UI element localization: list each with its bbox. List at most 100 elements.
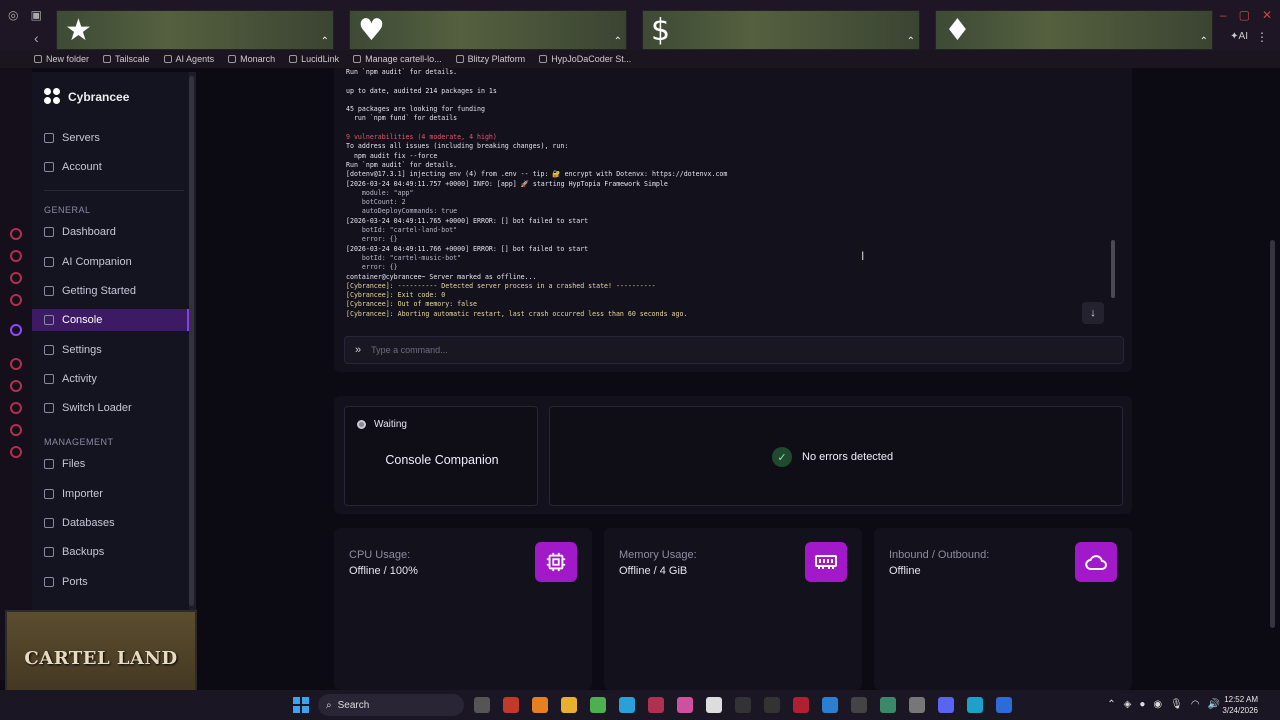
bookmark[interactable]: Monarch	[228, 54, 275, 64]
status-dot-icon	[357, 420, 366, 429]
sidebar-item-console[interactable]: Console	[32, 309, 190, 331]
sidebar-item-databases[interactable]: Databases	[32, 512, 190, 534]
bookmark[interactable]: New folder	[34, 54, 89, 64]
dashboard-icon	[44, 227, 54, 237]
bookmark[interactable]: Manage cartell-lo...	[353, 54, 442, 64]
app-icon[interactable]	[503, 697, 519, 713]
bookmark[interactable]: HypJoDaCoder St...	[539, 54, 631, 64]
page-scrollbar[interactable]	[1270, 240, 1275, 628]
sidebar-item-ports[interactable]: Ports	[32, 571, 190, 593]
sidebar-item-dashboard[interactable]: Dashboard	[32, 221, 190, 243]
sidebar-item-getting-started[interactable]: Getting Started	[32, 280, 190, 302]
app-icon[interactable]	[996, 697, 1012, 713]
sidebar-item-switch-loader[interactable]: Switch Loader	[32, 397, 190, 419]
app-icon[interactable]	[793, 697, 809, 713]
sidebar-app-icon[interactable]	[10, 272, 22, 284]
sidebar-item-settings[interactable]: Settings	[32, 339, 190, 361]
console-line: error: {}	[346, 263, 398, 272]
sidebar-item-account[interactable]: Account	[32, 156, 190, 178]
sidebar-app-icon[interactable]	[10, 250, 22, 262]
chevron-up-icon[interactable]: ⌃	[1107, 699, 1115, 710]
console-line: run `npm fund` for details	[346, 114, 458, 123]
back-icon[interactable]: ‹	[34, 30, 39, 46]
workspaces-icon[interactable]: ▣	[30, 8, 41, 22]
app-icon[interactable]	[764, 697, 780, 713]
sidebar-item-label: Files	[62, 458, 86, 470]
brand-logo-icon	[44, 88, 62, 106]
app-icon[interactable]	[909, 697, 925, 713]
error-summary-card: ✓ No errors detected	[549, 406, 1123, 506]
app-icon[interactable]	[851, 697, 867, 713]
console-line: [2026-03-24 04:49:11.766 +0000] ERROR: […	[346, 244, 589, 253]
wifi-icon[interactable]: ◠	[1191, 699, 1200, 710]
console-companion-card[interactable]: Waiting Console Companion	[344, 406, 538, 506]
cpu-usage-card: CPU Usage: Offline / 100%	[334, 528, 592, 690]
taskbar-search[interactable]: ⌕ Search	[318, 694, 464, 716]
telegram-icon[interactable]	[619, 697, 635, 713]
vscode-icon[interactable]	[822, 697, 838, 713]
caret-up-icon: ⌃	[320, 36, 329, 47]
bookmark[interactable]: Tailscale	[103, 54, 150, 64]
console-log: Run `npm audit` for details. up to date,…	[346, 68, 727, 319]
sidebar-item-label: Settings	[62, 344, 102, 356]
edge-icon[interactable]	[967, 697, 983, 713]
kebab-menu-icon[interactable]: ⋮	[1256, 30, 1268, 44]
console-output[interactable]: Run `npm audit` for details. up to date,…	[334, 68, 1132, 372]
sidebar-item-ai-companion[interactable]: AI Companion	[32, 251, 190, 273]
sidebar-app-icon[interactable]	[10, 424, 22, 436]
bookmark[interactable]: AI Agents	[163, 54, 214, 64]
maximize-icon[interactable]: ▢	[1239, 8, 1250, 22]
sidebar-app-icon[interactable]	[10, 294, 22, 306]
minimize-icon[interactable]: –	[1220, 8, 1227, 22]
window-controls: – ▢ ✕	[1220, 8, 1272, 22]
command-input[interactable]	[371, 345, 972, 355]
bookmark-label: New folder	[46, 54, 90, 64]
bookmark[interactable]: LucidLink	[289, 54, 339, 64]
volume-icon[interactable]: 🔊	[1208, 699, 1220, 710]
text-cursor-icon: I	[861, 249, 865, 263]
sidebar-item-backups[interactable]: Backups	[32, 541, 190, 563]
bookmark[interactable]: Blitzy Platform	[455, 54, 525, 64]
tray-app-icon[interactable]: ◈	[1124, 699, 1132, 710]
document-icon[interactable]	[706, 697, 722, 713]
sidebar-item-importer[interactable]: Importer	[32, 483, 190, 505]
sidebar-app-icon[interactable]	[10, 358, 22, 370]
discord-icon[interactable]	[938, 697, 954, 713]
settings-icon[interactable]	[10, 446, 22, 458]
brand[interactable]: Cybrancee	[44, 88, 129, 106]
folder-icon	[163, 55, 172, 63]
error-summary-text: No errors detected	[802, 451, 894, 463]
tray-app-icon[interactable]: ◉	[1153, 699, 1162, 710]
history-icon[interactable]	[10, 402, 22, 414]
ai-button[interactable]: ✦AI	[1230, 31, 1248, 42]
browser-menu-icon[interactable]: ◎	[8, 8, 18, 22]
twitch-icon[interactable]	[10, 324, 22, 336]
network-usage-card: Inbound / Outbound: Offline	[874, 528, 1132, 690]
opera-icon[interactable]	[648, 697, 664, 713]
memory-usage-card: Memory Usage: Offline / 4 GiB	[604, 528, 862, 690]
sidebar-app-icon[interactable]	[10, 380, 22, 392]
close-icon[interactable]: ✕	[1262, 8, 1272, 22]
app-icon[interactable]	[880, 697, 896, 713]
settings-icon	[44, 345, 54, 355]
clock[interactable]: 12:52 AM 3/24/2026	[1222, 694, 1258, 716]
scroll-to-bottom-button[interactable]: ↓	[1082, 302, 1104, 324]
sidebar-item-label: Getting Started	[62, 285, 136, 297]
task-view-icon[interactable]	[474, 697, 490, 713]
sidebar-scrollbar-thumb[interactable]	[189, 76, 194, 606]
console-scrollbar[interactable]	[1111, 240, 1115, 298]
app-icon[interactable]	[590, 697, 606, 713]
app-icon[interactable]	[532, 697, 548, 713]
activity-icon	[44, 374, 54, 384]
file-explorer-icon[interactable]	[561, 697, 577, 713]
tray-app-icon[interactable]: ●	[1139, 699, 1145, 710]
sidebar-item-files[interactable]: Files	[32, 453, 190, 475]
taskbar-apps	[474, 697, 1012, 713]
sidebar-item-activity[interactable]: Activity	[32, 368, 190, 390]
mic-icon[interactable]: 🎙	[1170, 699, 1183, 710]
sidebar-app-icon[interactable]	[10, 228, 22, 240]
app-icon[interactable]	[735, 697, 751, 713]
app-icon[interactable]	[677, 697, 693, 713]
windows-start-icon[interactable]	[293, 697, 309, 713]
sidebar-item-servers[interactable]: Servers	[32, 127, 190, 149]
